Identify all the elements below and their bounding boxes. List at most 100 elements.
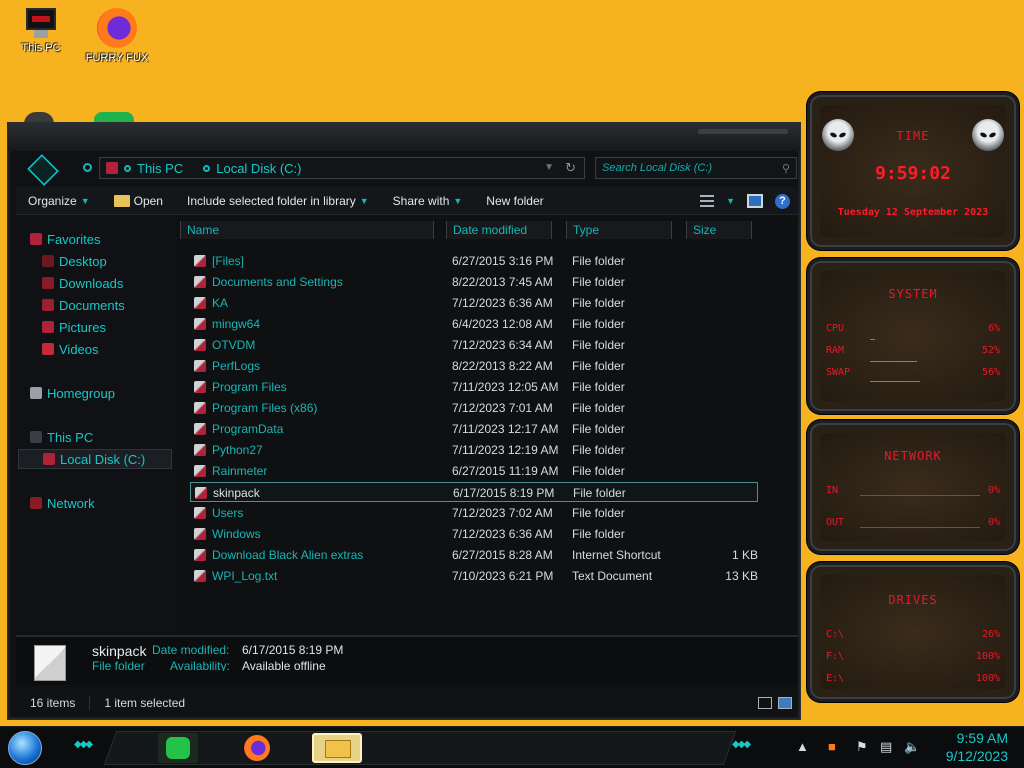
chevron-down-icon[interactable]: ▼ <box>726 196 735 206</box>
window-titlebar[interactable] <box>8 123 800 151</box>
volume-icon[interactable]: 🔈 <box>904 739 920 755</box>
open-button[interactable]: Open <box>102 187 175 214</box>
file-row[interactable]: [Files] 6/27/2015 3:16 PM File folder <box>190 251 758 271</box>
details-view-icon[interactable] <box>758 697 772 709</box>
help-icon[interactable]: ? <box>775 193 790 209</box>
cpu-usage-bar <box>870 339 875 340</box>
new-folder-button[interactable]: New folder <box>474 187 555 214</box>
tray-app-icon[interactable]: ■ <box>828 739 836 754</box>
share-with-button[interactable]: Share with ▼ <box>381 187 475 214</box>
time-widget-title: TIME <box>896 129 930 143</box>
swap-usage-bar <box>870 381 920 382</box>
nav-downloads[interactable]: Downloads <box>42 273 196 293</box>
refresh-icon[interactable]: ↻ <box>565 160 576 176</box>
file-row[interactable]: Program Files (x86) 7/12/2023 7:01 AM File… <box>190 398 758 418</box>
nav-label: Local Disk (C:) <box>60 451 146 467</box>
desktop-icon-this-pc[interactable]: This PC <box>2 8 80 54</box>
column-header-name[interactable]: Name <box>180 221 434 239</box>
nav-desktop[interactable]: Desktop <box>42 251 196 271</box>
desktop-icon-furry-fux[interactable]: FURRY FUX <box>78 8 156 64</box>
preview-pane-icon[interactable] <box>747 194 763 208</box>
status-item-count: 16 items <box>16 696 91 710</box>
file-type-icon <box>194 570 206 582</box>
back-button[interactable] <box>83 163 92 172</box>
file-type: File folder <box>572 527 625 541</box>
network-row-label: IN <box>826 485 839 496</box>
details-availability-label: Availability: <box>170 659 230 671</box>
nav-label: Favorites <box>47 231 101 247</box>
file-type-icon <box>194 423 206 435</box>
taskbar-app-firefox[interactable] <box>238 733 278 763</box>
file-row[interactable]: mingw64 6/4/2023 12:08 AM File folder <box>190 314 758 334</box>
file-name: Program Files <box>212 380 287 394</box>
drive-row-f: F:\ 100% <box>826 651 1000 665</box>
taskbar-app-green[interactable] <box>158 733 198 763</box>
file-row[interactable]: Program Files 7/11/2023 12:05 AM File fold… <box>190 377 758 397</box>
show-hidden-icons-icon[interactable]: ▲ <box>796 739 809 754</box>
file-type-icon <box>194 255 206 267</box>
explorer-window: This PC Local Disk (C:) ▼ ↻ Search Local… <box>7 122 801 720</box>
address-bar[interactable]: This PC Local Disk (C:) ▼ ↻ <box>99 157 585 179</box>
file-row[interactable]: ProgramData 7/11/2023 12:17 AM File folder <box>190 419 758 439</box>
file-type-icon <box>194 318 206 330</box>
search-icon[interactable]: ⚲ <box>782 159 790 179</box>
network-row-out: OUT 0% <box>826 517 1000 531</box>
nav-this-pc[interactable]: This PC <box>30 427 184 447</box>
network-tray-icon[interactable]: ▤ <box>880 739 892 755</box>
column-header-size[interactable]: Size <box>686 221 752 239</box>
firefox-icon <box>244 735 270 761</box>
file-row[interactable]: KA 7/12/2023 6:36 AM File folder <box>190 293 758 313</box>
system-row-ram: RAM 52% <box>826 345 1000 359</box>
network-row-in: IN 0% <box>826 485 1000 499</box>
file-row[interactable]: Documents and Settings 8/22/2013 7:45 AM F… <box>190 272 758 292</box>
include-in-library-button[interactable]: Include selected folder in library ▼ <box>175 187 381 214</box>
file-name: Python27 <box>212 443 263 457</box>
nav-pictures[interactable]: Pictures <box>42 317 196 337</box>
nav-homegroup[interactable]: Homegroup <box>30 383 184 403</box>
file-type-icon <box>194 297 206 309</box>
network-in-graph <box>860 495 980 496</box>
star-icon <box>30 233 42 245</box>
drive-row-label: F:\ <box>826 651 845 662</box>
ram-usage-bar <box>870 361 917 362</box>
column-header-date[interactable]: Date modified <box>446 221 552 239</box>
large-icons-view-icon[interactable] <box>778 697 792 709</box>
taskbar-app-file-explorer[interactable] <box>312 733 362 763</box>
drive-row-value: 100% <box>975 673 1000 684</box>
file-row[interactable]: Download Black Alien extras 6/27/2015 8:2… <box>190 545 758 565</box>
nav-local-disk[interactable]: Local Disk (C:) <box>18 449 172 469</box>
action-center-flag-icon[interactable]: ⚑ <box>856 739 868 755</box>
drives-widget: DRIVES C:\ 26% F:\ 100% E:\ 100% <box>807 562 1019 702</box>
nav-favorites[interactable]: Favorites <box>30 229 184 249</box>
nav-documents[interactable]: Documents <box>42 295 196 315</box>
status-selected-count: 1 item selected <box>104 696 186 710</box>
drive-icon <box>43 453 55 465</box>
file-row[interactable]: WPI_Log.txt 7/10/2023 6:21 PM Text Documen… <box>190 566 758 586</box>
file-row[interactable]: Windows 7/12/2023 6:36 AM File folder <box>190 524 758 544</box>
file-name: Program Files (x86) <box>212 401 318 415</box>
file-row[interactable]: skinpack 6/17/2015 8:19 PM File folder <box>190 482 758 502</box>
file-name: Users <box>212 506 244 520</box>
file-type-icon <box>194 465 206 477</box>
taskbar: ◆◆◆ ◆◆◆ ▲ ■ ⚑ ▤ 🔈 9:59 AM 9/12/2023 <box>0 726 1024 768</box>
file-date: 8/22/2013 7:45 AM <box>452 275 553 289</box>
file-row[interactable]: Python27 7/11/2023 12:19 AM File folder <box>190 440 758 460</box>
file-row[interactable]: Users 7/12/2023 7:02 AM File folder <box>190 503 758 523</box>
start-button[interactable] <box>8 731 42 765</box>
column-header-type[interactable]: Type <box>566 221 672 239</box>
nav-videos[interactable]: Videos <box>42 339 196 359</box>
nav-network[interactable]: Network <box>30 493 184 513</box>
file-row[interactable]: PerfLogs 8/22/2013 8:22 AM File folder <box>190 356 758 376</box>
breadcrumb-local-disk[interactable]: Local Disk (C:) <box>216 161 301 176</box>
chevron-down-icon[interactable]: ▼ <box>544 162 554 173</box>
search-input[interactable]: Search Local Disk (C:) ⚲ <box>595 157 797 179</box>
desktop-icon <box>42 255 54 267</box>
organize-button[interactable]: Organize ▼ <box>16 187 102 214</box>
breadcrumb-this-pc[interactable]: This PC <box>137 161 183 176</box>
system-row-value: 6% <box>987 323 1000 334</box>
file-name: OTVDM <box>212 338 256 352</box>
taskbar-clock[interactable]: 9:59 AM 9/12/2023 <box>946 729 1008 765</box>
change-view-icon[interactable] <box>700 195 715 207</box>
file-row[interactable]: OTVDM 7/12/2023 6:34 AM File folder <box>190 335 758 355</box>
file-row[interactable]: Rainmeter 6/27/2015 11:19 AM File folder <box>190 461 758 481</box>
